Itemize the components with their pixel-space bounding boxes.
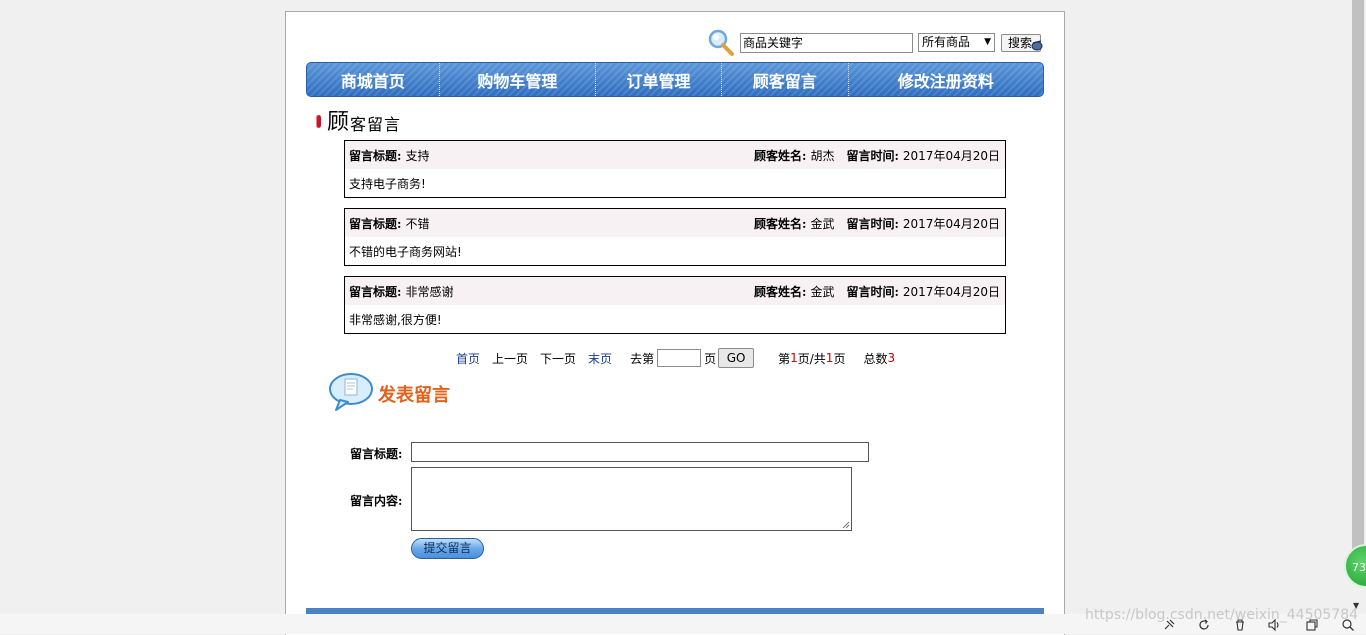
window-icon[interactable]: [1305, 618, 1319, 632]
nav-item-orders[interactable]: 订单管理: [596, 63, 722, 96]
message-header: 留言标题: 支持 顾客姓名: 胡杰 留言时间: 2017年04月20日: [345, 141, 1005, 169]
message-title-label: 留言标题:: [349, 148, 402, 163]
post-message-header: 发表留言: [328, 372, 450, 412]
refresh-icon[interactable]: [1197, 618, 1211, 632]
message-card: 留言标题: 不错 顾客姓名: 金武 留言时间: 2017年04月20日 不错的电…: [344, 208, 1006, 266]
category-select[interactable]: 所有商品 ▼: [918, 33, 995, 52]
go-button[interactable]: GO: [718, 348, 755, 368]
first-page-link[interactable]: 首页: [456, 350, 480, 367]
message-header: 留言标题: 不错 顾客姓名: 金武 留言时间: 2017年04月20日: [345, 209, 1005, 237]
resize-grip-icon[interactable]: [842, 521, 850, 529]
message-content: 不错的电子商务网站!: [349, 244, 462, 259]
next-page-link[interactable]: 下一页: [540, 350, 576, 367]
nav-item-messages[interactable]: 顾客留言: [722, 63, 849, 96]
page-mid: 页/共: [797, 351, 826, 366]
search-icon[interactable]: [1341, 618, 1355, 632]
customer-name-label: 顾客姓名:: [754, 148, 807, 163]
message-time-label: 留言时间:: [846, 216, 899, 231]
search-bar: 商品关键字 所有商品 ▼ 搜索: [706, 28, 1046, 58]
form-content-label: 留言内容:: [350, 494, 403, 508]
current-page: 1: [790, 351, 798, 365]
page-suffix: 页: [833, 351, 846, 366]
prev-page-link[interactable]: 上一页: [492, 350, 528, 367]
customer-name: 胡杰: [810, 148, 835, 163]
total-count: 3: [887, 351, 896, 365]
customer-name: 金武: [810, 284, 835, 299]
message-title-label: 留言标题:: [349, 216, 402, 231]
nav-item-home[interactable]: 商城首页: [307, 63, 440, 96]
search-icon: [1031, 40, 1043, 51]
page-title: 顾 客留言: [316, 106, 402, 135]
page-container: 商品关键字 所有商品 ▼ 搜索 商城首页 购物车管理 订单管理 顾客留言 修改注…: [285, 11, 1065, 635]
main-nav: 商城首页 购物车管理 订单管理 顾客留言 修改注册资料: [306, 62, 1044, 97]
customer-name: 金武: [810, 216, 835, 231]
total-pages: 1: [825, 351, 834, 365]
page-prefix: 第: [778, 351, 791, 366]
nav-item-cart[interactable]: 购物车管理: [440, 63, 597, 96]
volume-icon[interactable]: [1267, 618, 1281, 632]
nav-item-profile[interactable]: 修改注册资料: [849, 63, 1043, 96]
last-page-link[interactable]: 末页: [588, 350, 612, 367]
message-content: 支持电子商务!: [349, 176, 426, 191]
message-card: 留言标题: 支持 顾客姓名: 胡杰 留言时间: 2017年04月20日 支持电子…: [344, 140, 1006, 198]
search-button[interactable]: 搜索: [1001, 34, 1043, 52]
message-title: 支持: [405, 148, 430, 163]
goto-suffix: 页: [704, 351, 717, 366]
dropdown-arrow-icon: ▼: [984, 37, 991, 47]
message-time-label: 留言时间:: [846, 148, 899, 163]
status-bar: https://blog.csdn.net/weixin_44505784: [0, 607, 1366, 634]
message-header: 留言标题: 非常感谢 顾客姓名: 金武 留言时间: 2017年04月20日: [345, 277, 1005, 305]
vertical-scrollbar[interactable]: ▼: [1349, 0, 1366, 614]
form-title-label: 留言标题:: [350, 447, 403, 461]
message-card: 留言标题: 非常感谢 顾客姓名: 金武 留言时间: 2017年04月20日 非常…: [344, 276, 1006, 334]
page-title-rest: 客留言: [350, 114, 402, 134]
message-title: 非常感谢: [405, 284, 454, 299]
total-prefix: 总数: [863, 351, 888, 366]
message-title-input[interactable]: [411, 442, 869, 462]
pin-icon[interactable]: [1162, 618, 1176, 632]
search-magnifier-icon: [708, 29, 734, 56]
category-select-value: 所有商品: [922, 35, 971, 49]
message-time: 2017年04月20日: [902, 216, 1000, 231]
scroll-thumb[interactable]: [1352, 0, 1364, 580]
message-time-label: 留言时间:: [846, 284, 899, 299]
message-content: 非常感谢,很方便!: [349, 312, 442, 327]
goto-prefix: 去第: [630, 351, 655, 366]
floating-badge[interactable]: 73: [1344, 544, 1366, 588]
message-content-textarea[interactable]: [411, 467, 852, 531]
customer-name-label: 顾客姓名:: [754, 216, 807, 231]
page-title-first-char: 顾: [327, 110, 350, 135]
post-message-title: 发表留言: [378, 385, 450, 406]
message-title: 不错: [405, 216, 430, 231]
message-time: 2017年04月20日: [902, 148, 1000, 163]
red-bullet-icon: [316, 115, 321, 128]
search-button-label: 搜索: [1008, 36, 1033, 50]
trash-icon[interactable]: [1233, 618, 1247, 632]
submit-message-button[interactable]: 提交留言: [411, 538, 484, 559]
search-input[interactable]: 商品关键字: [740, 33, 913, 53]
message-title-label: 留言标题:: [349, 284, 402, 299]
goto-page-input[interactable]: [657, 349, 702, 367]
pagination: 首页 上一页 下一页 末页 去第 页 GO 第 1 页/共 1 页 总数 3: [456, 348, 895, 368]
message-time: 2017年04月20日: [902, 284, 1000, 299]
speech-bubble-icon: [329, 373, 373, 411]
customer-name-label: 顾客姓名:: [754, 284, 807, 299]
